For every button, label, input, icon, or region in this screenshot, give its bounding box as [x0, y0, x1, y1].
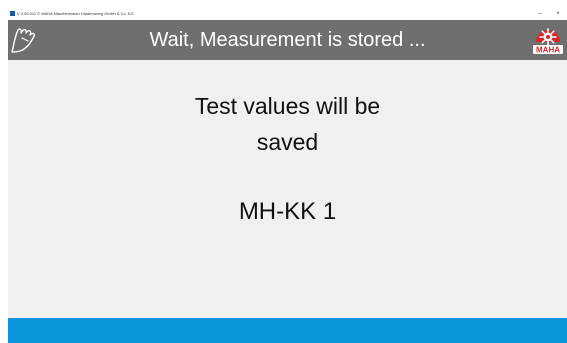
maha-logo-text: MAHA [536, 46, 560, 55]
status-message: Test values will be saved [8, 88, 567, 160]
app-window: V 3.09.011 © MAHA Maschinenbau Haldenwan… [8, 8, 567, 343]
main-content: Test values will be saved MH-KK 1 [8, 60, 567, 318]
close-button[interactable]: × [553, 10, 563, 18]
device-name: MH-KK 1 [238, 198, 337, 225]
footer-bar [8, 318, 567, 343]
app-icon [10, 11, 15, 16]
status-message-line1: Test values will be [194, 93, 381, 119]
minimize-button[interactable]: – [535, 10, 545, 18]
window-title: V 3.09.011 © MAHA Maschinenbau Haldenwan… [17, 11, 134, 16]
window-titlebar: V 3.09.011 © MAHA Maschinenbau Haldenwan… [8, 8, 567, 20]
status-message-line2: saved [256, 129, 319, 155]
header-bar: Wait, Measurement is stored ... MAHA [8, 20, 567, 60]
page-title: Wait, Measurement is stored ... [149, 29, 426, 51]
maha-logo: MAHA [533, 28, 563, 55]
